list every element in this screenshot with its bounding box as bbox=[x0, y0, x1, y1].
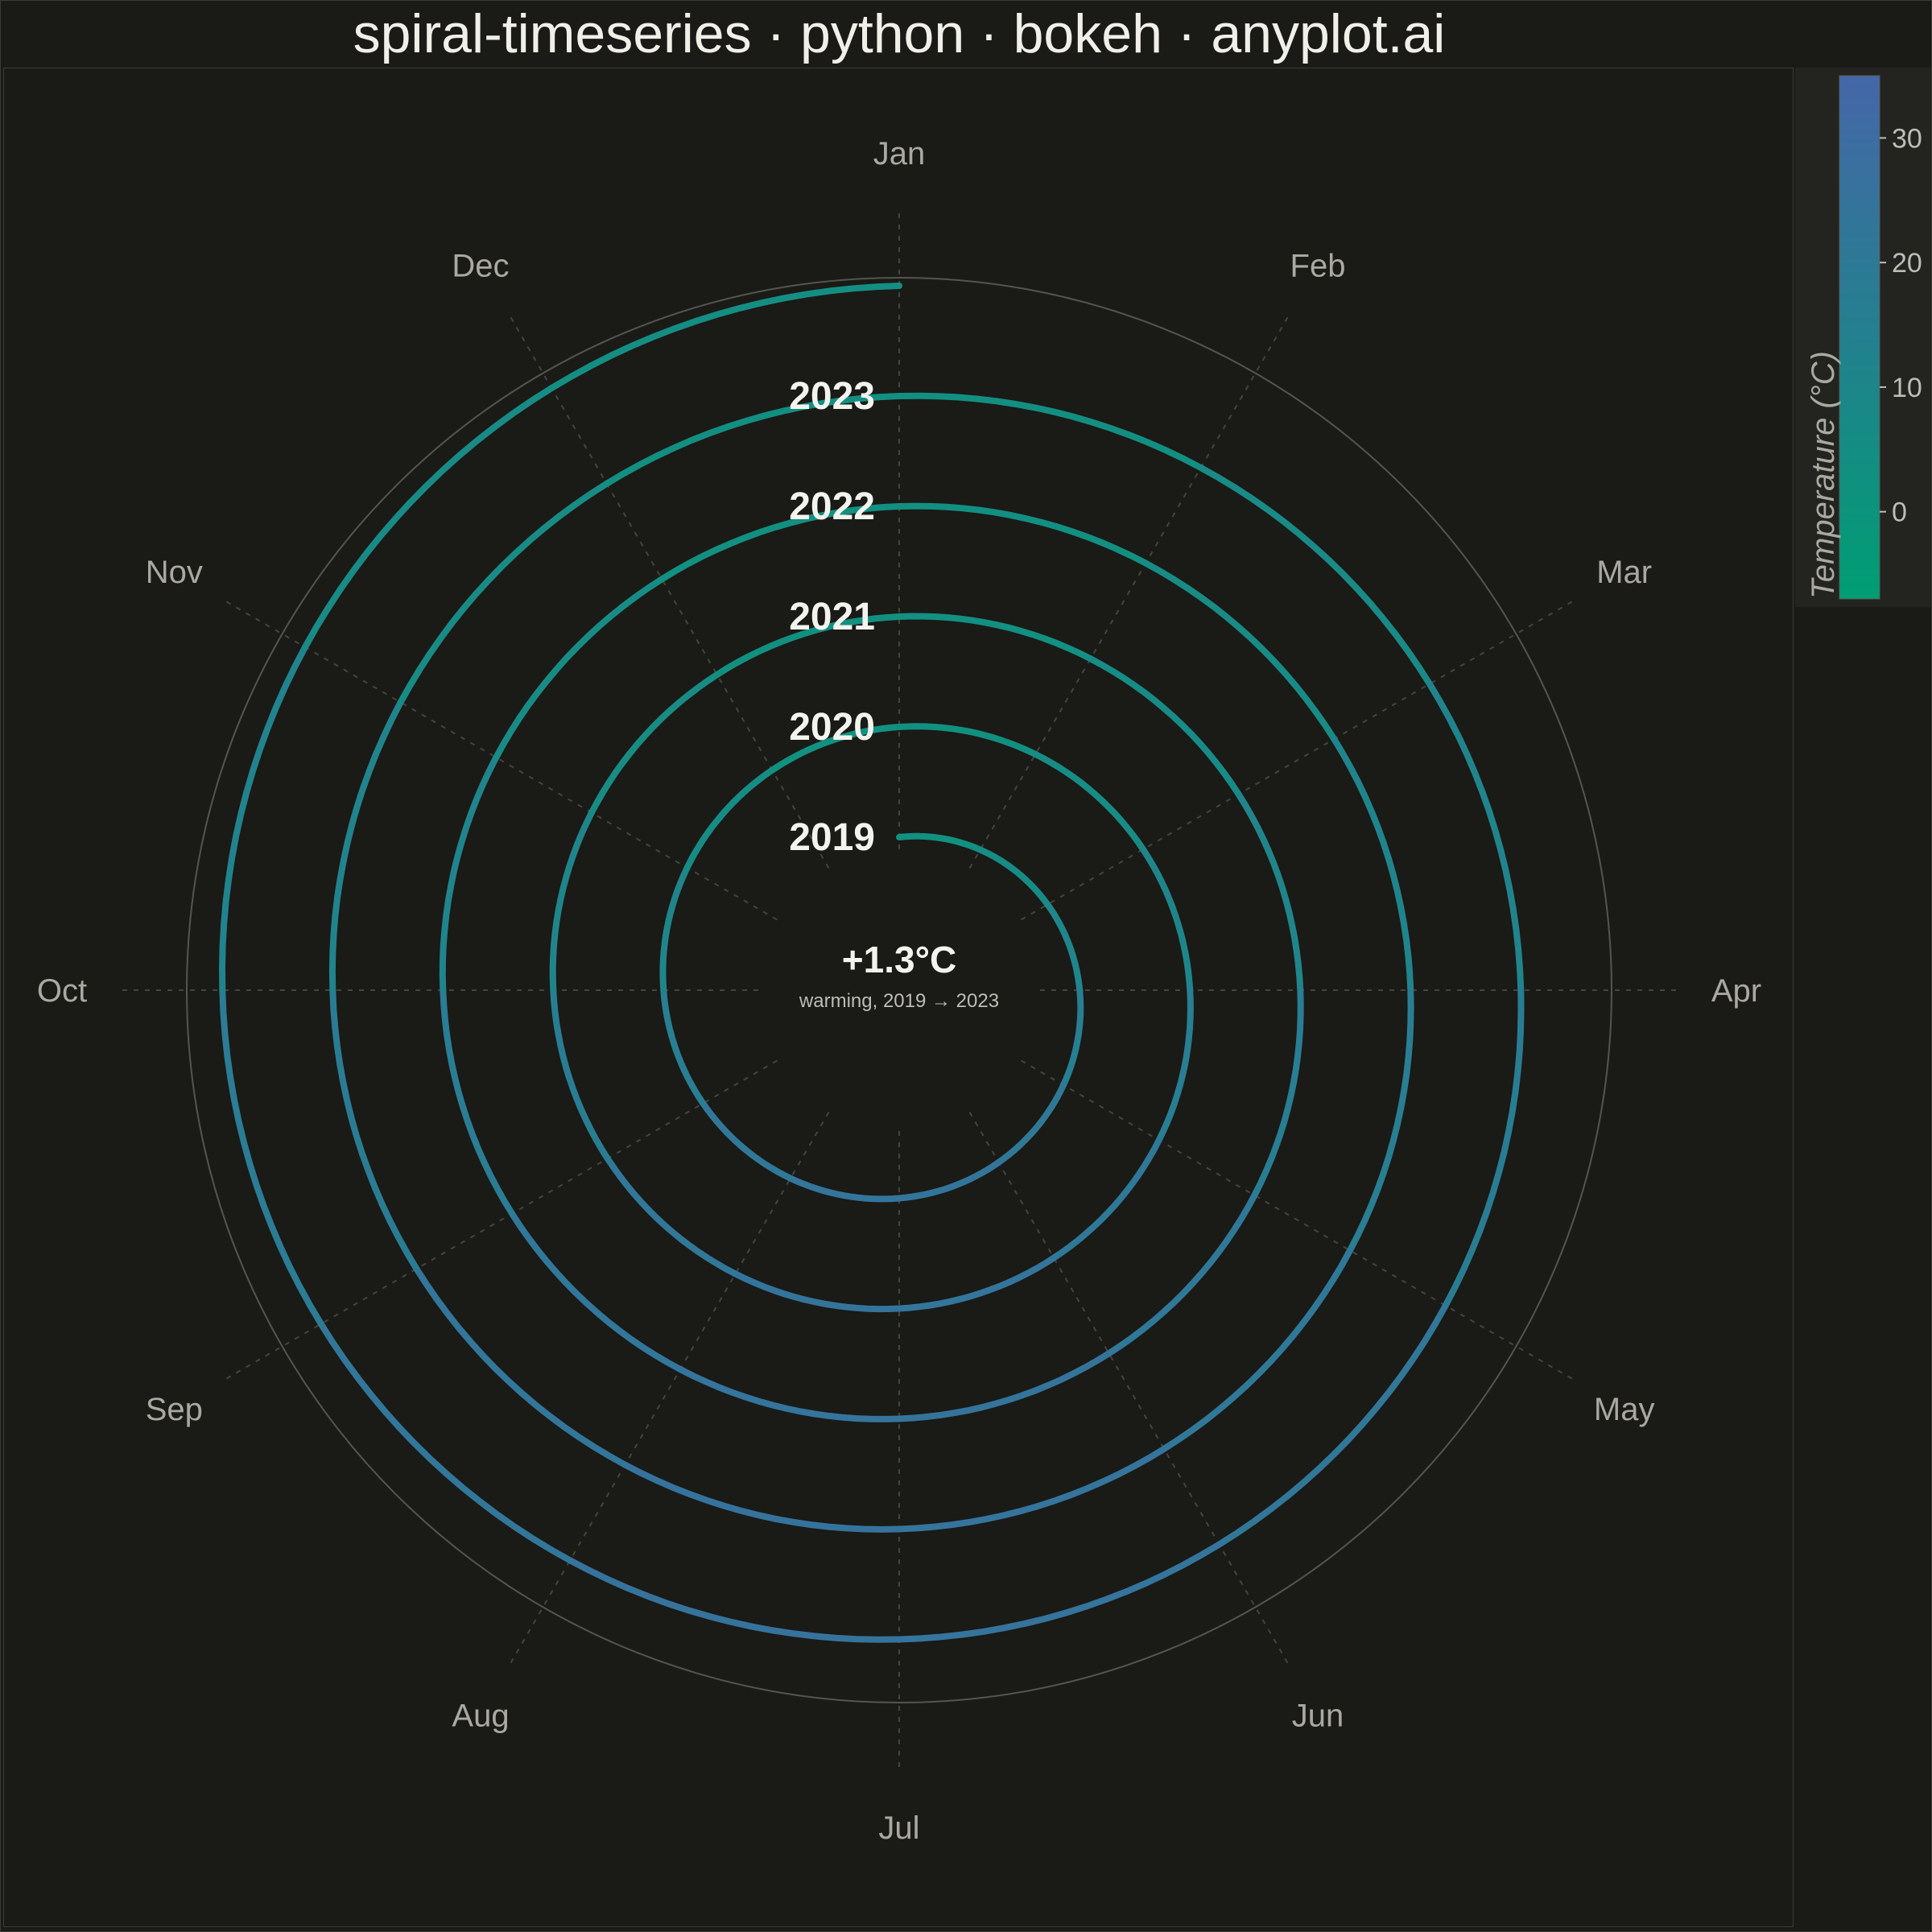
spiral-segment bbox=[218, 643, 308, 993]
colorbar-tick-label: 10 bbox=[1892, 373, 1922, 403]
month-label-jul: Jul bbox=[878, 1810, 919, 1846]
spiral-segment bbox=[317, 1320, 573, 1564]
spiral-segment bbox=[976, 846, 1051, 908]
spiral-segment bbox=[787, 1174, 902, 1203]
spiral-segment bbox=[677, 1366, 902, 1422]
colorbar-tick-label: 0 bbox=[1892, 497, 1907, 528]
spiral-segment bbox=[896, 1445, 1167, 1533]
spiral-segment bbox=[440, 987, 516, 1217]
month-spoke bbox=[222, 1059, 778, 1381]
spiral-segment bbox=[1155, 987, 1194, 1144]
colorbar-gradient bbox=[1839, 75, 1880, 600]
spiral-segment bbox=[660, 987, 707, 1107]
spiral-segment bbox=[896, 1541, 1223, 1643]
spiral-segment bbox=[1251, 987, 1304, 1199]
spiral-segment bbox=[1142, 559, 1338, 743]
month-label-jan: Jan bbox=[873, 136, 926, 171]
spiral-segment bbox=[567, 1557, 902, 1643]
spiral-segment bbox=[621, 1461, 902, 1533]
spiral-segment bbox=[588, 671, 720, 816]
spiral-segment bbox=[896, 502, 1150, 567]
spiral-segment bbox=[604, 1155, 739, 1278]
spiral-segment bbox=[1140, 846, 1194, 993]
spiral-segment bbox=[302, 385, 555, 650]
month-spoke bbox=[968, 313, 1290, 869]
spiral-segment bbox=[1235, 791, 1304, 993]
spiral-segment bbox=[732, 1270, 902, 1313]
center-value: +1.3°C bbox=[842, 939, 956, 980]
spiral-segment bbox=[328, 699, 404, 993]
month-spoke bbox=[508, 313, 830, 869]
month-label-jun: Jun bbox=[1292, 1699, 1344, 1734]
year-label-2021: 2021 bbox=[789, 596, 875, 638]
center-caption: warming, 2019 → 2023 bbox=[799, 990, 999, 1012]
month-label-mar: Mar bbox=[1596, 555, 1652, 590]
spiral-segment bbox=[1442, 987, 1525, 1309]
spiral-segment bbox=[896, 613, 1094, 663]
month-label-aug: Aug bbox=[452, 1699, 509, 1734]
month-label-apr: Apr bbox=[1711, 973, 1761, 1009]
spiral-segment bbox=[995, 1081, 1067, 1166]
month-label-feb: Feb bbox=[1290, 248, 1346, 283]
spiral-segment bbox=[1087, 655, 1242, 798]
month-spoke bbox=[1021, 599, 1576, 921]
year-label-2019: 2019 bbox=[789, 816, 875, 859]
spiral-segment bbox=[550, 987, 611, 1162]
spiral-segment bbox=[397, 480, 610, 706]
year-label-2020: 2020 bbox=[789, 706, 875, 749]
spiral-segment bbox=[329, 987, 420, 1273]
spiral-segment bbox=[1051, 1137, 1162, 1261]
spiral-segment bbox=[1426, 680, 1525, 993]
spiral-segment bbox=[1216, 1302, 1449, 1548]
spiral-segment bbox=[896, 723, 1039, 758]
colorbar-title: Temperature (°C) bbox=[1806, 351, 1841, 599]
spiral-segment bbox=[549, 809, 595, 993]
spiral-chart: Jan Feb Mar Apr May Jun Jul Aug Sep Oct Nov Dec 2019… bbox=[37, 75, 1922, 1846]
spiral-segment bbox=[1331, 736, 1414, 993]
spiral-segment bbox=[1197, 464, 1433, 687]
spiral-segment bbox=[413, 1265, 629, 1468]
spiral-segment bbox=[896, 832, 984, 853]
colorbar: Temperature (°C) 0 10 20 30 bbox=[1806, 75, 1922, 600]
spiral-segment bbox=[1060, 987, 1084, 1088]
month-label-nov: Nov bbox=[146, 555, 203, 590]
spiral-segment bbox=[1347, 987, 1414, 1254]
spiral-segment bbox=[439, 753, 500, 993]
center-annotation: +1.3°C warming, 2019 → 2023 bbox=[799, 939, 999, 1012]
spiral-segment bbox=[548, 283, 902, 392]
spiral-segment bbox=[1044, 901, 1084, 993]
spiral-segment bbox=[896, 392, 1204, 471]
spiral-segment bbox=[493, 576, 666, 761]
month-label-may: May bbox=[1594, 1392, 1655, 1427]
spiral-segment bbox=[509, 1210, 683, 1373]
year-label-2022: 2022 bbox=[789, 485, 875, 528]
spiral-segment bbox=[659, 864, 691, 993]
spiral-segment bbox=[700, 1100, 794, 1182]
spiral-segment bbox=[896, 1350, 1113, 1422]
month-spoke bbox=[508, 1112, 830, 1667]
colorbar-tick-label: 30 bbox=[1892, 123, 1922, 154]
month-label-oct: Oct bbox=[37, 973, 87, 1009]
month-label-dec: Dec bbox=[452, 248, 509, 283]
spiral-segment bbox=[219, 987, 324, 1327]
spiral-segment bbox=[1032, 750, 1146, 853]
month-label-sep: Sep bbox=[146, 1392, 203, 1427]
colorbar-tick-label: 20 bbox=[1892, 248, 1922, 279]
spiral-segment bbox=[1105, 1191, 1258, 1357]
spiral-segment bbox=[896, 1159, 1002, 1202]
year-label-2023: 2023 bbox=[789, 375, 875, 418]
spiral-segment bbox=[896, 1254, 1057, 1312]
spiral-segment bbox=[683, 766, 776, 871]
